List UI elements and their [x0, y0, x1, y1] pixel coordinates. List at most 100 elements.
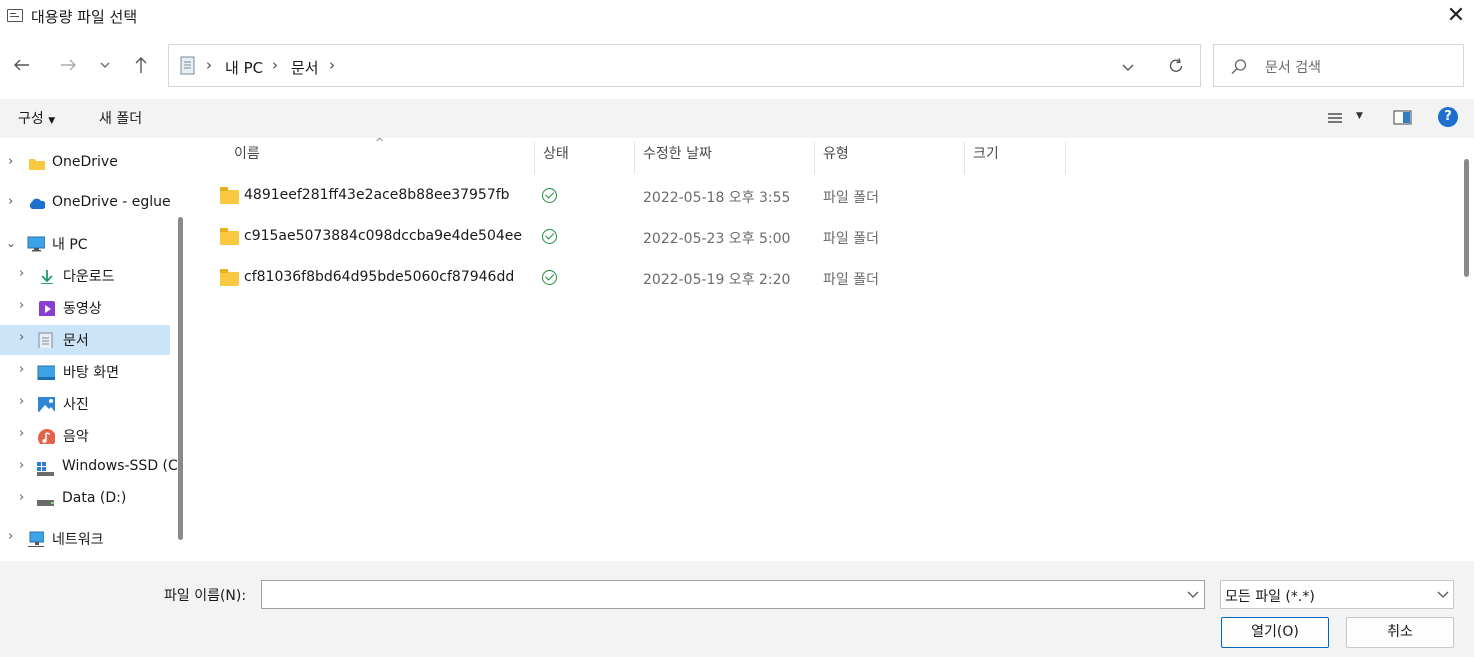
cloud-icon — [29, 198, 45, 209]
chevron-down-icon — [100, 62, 110, 68]
close-button[interactable]: ✕ — [1441, 2, 1471, 30]
column-header-status[interactable]: 상태 — [535, 142, 635, 174]
chevron-right-icon[interactable]: › — [8, 154, 13, 169]
sidebar-item-label: 네트워크 — [52, 532, 104, 548]
table-row[interactable]: cf81036f8bd64d95bde5060cf87946dd 2022-05… — [215, 259, 895, 297]
navigation-pane: › OneDrive › OneDrive - eglue ⌄ 내 PC › 다… — [0, 138, 187, 561]
chevron-right-icon[interactable]: › — [19, 490, 24, 505]
breadcrumb-documents[interactable]: 문서 — [291, 57, 319, 78]
breadcrumb-my-pc[interactable]: 내 PC — [225, 57, 263, 78]
document-icon — [38, 332, 53, 348]
file-list-scrollbar[interactable] — [1458, 138, 1474, 561]
drive-icon — [37, 500, 54, 506]
column-header-name[interactable]: 이름 — [226, 142, 535, 174]
sidebar-item-desktop[interactable]: › 바탕 화면 — [0, 357, 170, 387]
filetype-value: 모든 파일 (*.*) — [1225, 589, 1315, 605]
recent-locations-button[interactable] — [92, 52, 118, 78]
network-icon — [28, 531, 44, 547]
chevron-right-icon[interactable]: › — [8, 194, 13, 209]
video-icon — [39, 301, 55, 316]
sync-ok-icon — [542, 229, 557, 244]
sidebar-item-videos[interactable]: › 동영상 — [0, 293, 170, 323]
folder-icon — [29, 159, 45, 170]
chevron-down-icon[interactable]: ⌄ — [6, 236, 16, 250]
view-options-icon[interactable] — [1326, 110, 1344, 126]
sidebar-item-onedrive-eglue[interactable]: › OneDrive - eglue — [0, 189, 171, 219]
file-date: 2022-05-23 오후 5:00 — [643, 231, 791, 247]
scrollbar-thumb[interactable] — [1464, 159, 1469, 277]
file-name: 4891eef281ff43e2ace8b88ee37957fb — [244, 187, 510, 203]
up-button[interactable] — [128, 52, 154, 78]
column-header-type[interactable]: 유형 — [815, 142, 965, 174]
document-icon — [180, 56, 195, 75]
column-header-size[interactable]: 크기 — [965, 142, 1066, 174]
sidebar-item-label: OneDrive — [52, 154, 118, 170]
sidebar-item-label: 동영상 — [63, 301, 102, 317]
folder-icon — [220, 187, 239, 204]
chevron-right-icon[interactable]: › — [19, 458, 24, 473]
chevron-down-icon[interactable] — [1119, 58, 1137, 76]
filetype-select[interactable]: 모든 파일 (*.*) — [1220, 580, 1454, 609]
organize-button[interactable]: 구성 ▼ — [18, 108, 55, 128]
sidebar-item-label: 문서 — [63, 333, 89, 349]
chevron-right-icon[interactable]: › — [19, 362, 24, 377]
sidebar-item-label: 다운로드 — [63, 269, 115, 285]
chevron-right-icon[interactable]: › — [19, 266, 24, 281]
drive-icon — [37, 462, 54, 476]
table-row[interactable]: 4891eef281ff43e2ace8b88ee37957fb 2022-05… — [215, 177, 895, 215]
chevron-right-icon[interactable]: › — [19, 426, 24, 441]
arrow-up-icon — [135, 57, 147, 73]
file-type: 파일 폴더 — [823, 190, 879, 206]
sidebar-item-label: 음악 — [63, 429, 89, 445]
view-dropdown-icon[interactable]: ▼ — [1356, 111, 1363, 121]
file-list: ^ 이름 상태 수정한 날짜 유형 크기 4891eef281ff43e2ace… — [190, 136, 1457, 561]
organize-label: 구성 — [18, 111, 44, 127]
table-row[interactable]: c915ae5073884c098dccba9e4de504ee 2022-05… — [215, 218, 895, 256]
open-button[interactable]: 열기(O) — [1221, 617, 1329, 648]
sidebar-item-label: 사진 — [63, 397, 89, 413]
title-bar: 대용량 파일 선택 ✕ — [0, 0, 1474, 32]
caret-down-icon: ▼ — [48, 116, 56, 126]
sidebar-item-data-d[interactable]: › Data (D:) — [0, 485, 170, 515]
sidebar-item-pictures[interactable]: › 사진 — [0, 389, 170, 419]
sidebar-item-downloads[interactable]: › 다운로드 — [0, 261, 170, 291]
preview-pane-icon[interactable] — [1393, 110, 1413, 126]
chevron-right-icon[interactable]: › — [19, 298, 24, 313]
sidebar-item-windows-ssd[interactable]: › Windows-SSD (C — [0, 453, 178, 483]
sidebar-item-onedrive[interactable]: › OneDrive — [0, 149, 170, 179]
filename-label: 파일 이름(N): — [164, 588, 247, 604]
sidebar-item-documents[interactable]: › 문서 — [0, 325, 170, 355]
chevron-down-icon[interactable] — [1186, 589, 1200, 601]
sidebar-scrollbar[interactable] — [178, 217, 183, 540]
help-icon[interactable]: ? — [1438, 107, 1458, 127]
dialog-footer: 파일 이름(N): 모든 파일 (*.*) 열기(O) 취소 — [0, 561, 1474, 657]
breadcrumb-separator: › — [329, 56, 335, 74]
cancel-button[interactable]: 취소 — [1346, 617, 1454, 648]
chevron-right-icon[interactable]: › — [8, 529, 13, 544]
chevron-right-icon[interactable]: › — [19, 330, 24, 345]
column-header-date[interactable]: 수정한 날짜 — [635, 142, 815, 174]
refresh-icon[interactable] — [1166, 56, 1186, 76]
search-icon — [1231, 59, 1247, 74]
sync-ok-icon — [542, 188, 557, 203]
desktop-icon — [37, 365, 55, 380]
address-bar[interactable]: › 내 PC › 문서 › — [168, 44, 1201, 87]
file-name: c915ae5073884c098dccba9e4de504ee — [244, 228, 523, 244]
filename-field[interactable] — [261, 580, 1205, 609]
sidebar-item-network[interactable]: › 네트워크 — [0, 524, 170, 554]
sidebar-item-music[interactable]: › 음악 — [0, 421, 170, 451]
breadcrumb-separator: › — [206, 56, 212, 74]
sidebar-item-label: OneDrive - eglue — [52, 194, 171, 210]
new-folder-button[interactable]: 새 폴더 — [99, 108, 142, 128]
forward-button[interactable] — [55, 52, 81, 78]
arrow-left-icon — [14, 59, 29, 71]
sidebar-item-my-pc[interactable]: ⌄ 내 PC — [0, 229, 170, 259]
window-title: 대용량 파일 선택 — [31, 8, 138, 26]
arrow-right-icon — [61, 59, 76, 71]
search-box[interactable]: 문서 검색 — [1213, 44, 1464, 87]
window-icon — [7, 9, 23, 22]
chevron-down-icon[interactable] — [1436, 589, 1450, 601]
back-button[interactable] — [9, 52, 35, 78]
chevron-right-icon[interactable]: › — [19, 394, 24, 409]
folder-icon — [220, 269, 239, 286]
